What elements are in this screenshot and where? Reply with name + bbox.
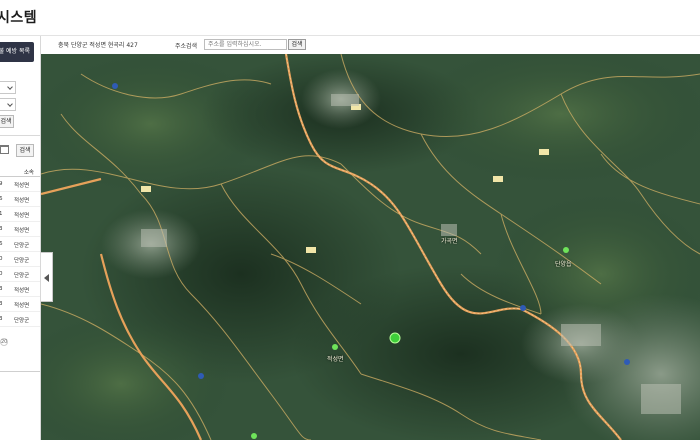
row-org: 적성면 xyxy=(14,228,30,234)
sidebar-divider xyxy=(0,135,40,136)
row-id: 0 xyxy=(0,271,7,277)
row-id: 3 xyxy=(0,226,7,232)
date-search-button[interactable]: 검색 xyxy=(16,144,34,157)
table-row[interactable]: 0 단양군 xyxy=(0,252,40,267)
row-org: 적성면 xyxy=(14,198,30,204)
table-row[interactable]: 0 단양군 xyxy=(0,267,40,282)
sidebar-search-button[interactable]: 검색 xyxy=(0,115,14,128)
sidebar-list-button[interactable]: 산불 예방 목록 xyxy=(0,42,34,62)
map-canvas xyxy=(41,54,700,440)
row-id: 3 xyxy=(0,301,7,307)
table-row[interactable]: 3 적성면 xyxy=(0,297,40,312)
row-org: 단양군 xyxy=(14,243,30,249)
row-id: 9 xyxy=(0,181,7,187)
row-id: 3 xyxy=(0,316,7,322)
app-header: 시스템 xyxy=(0,0,700,36)
map-label: 단양읍 xyxy=(555,261,572,268)
location-info: 충북 단양군 적성면 현곡리 427 xyxy=(58,42,138,49)
row-id: 6 xyxy=(0,196,7,202)
table-header: 소속 xyxy=(0,165,40,177)
column-header-org: 소속 xyxy=(23,170,34,176)
table-row[interactable]: 9 적성면 xyxy=(0,177,40,192)
row-org: 적성면 xyxy=(14,183,30,189)
sidebar: 산불 예방 목록 검색 검색 소속 9 적성면 6 적성면 1 적성면 3 적성면 6 단… xyxy=(0,36,41,440)
address-search-button[interactable]: 검색 xyxy=(288,39,306,50)
table-row[interactable]: 3 적성면 xyxy=(0,282,40,297)
address-label: 주소검색 xyxy=(175,43,198,50)
map-label: 적성면 xyxy=(327,356,344,363)
table-row[interactable]: 6 적성면 xyxy=(0,192,40,207)
satellite-map[interactable] xyxy=(41,54,700,440)
row-org: 적성면 xyxy=(14,288,30,294)
row-org: 단양군 xyxy=(14,318,30,324)
row-org: 적성면 xyxy=(14,303,30,309)
pagination-button[interactable]: 20 xyxy=(0,338,8,346)
map-toolbar: 충북 단양군 적성면 현곡리 427 주소검색 검색 xyxy=(41,36,700,54)
row-id: 6 xyxy=(0,241,7,247)
app-title: 시스템 xyxy=(0,10,38,26)
row-org: 단양군 xyxy=(14,273,30,279)
row-id: 3 xyxy=(0,286,7,292)
chevron-down-icon xyxy=(7,101,13,107)
calendar-icon[interactable] xyxy=(0,145,9,154)
row-id: 0 xyxy=(0,256,7,262)
row-org: 단양군 xyxy=(14,258,30,264)
table-row[interactable]: 3 단양군 xyxy=(0,312,40,327)
map-label: 가곡면 xyxy=(441,238,458,245)
sidebar-divider xyxy=(0,371,40,372)
region-select[interactable] xyxy=(0,81,16,94)
address-search-input[interactable] xyxy=(204,39,287,50)
chevron-down-icon xyxy=(7,84,13,90)
table-row[interactable]: 6 단양군 xyxy=(0,237,40,252)
row-org: 적성면 xyxy=(14,213,30,219)
chevron-left-icon xyxy=(44,274,49,282)
table-row[interactable]: 1 적성면 xyxy=(0,207,40,222)
sidebar-collapse-button[interactable] xyxy=(41,252,53,302)
district-select[interactable] xyxy=(0,98,16,111)
row-id: 1 xyxy=(0,211,7,217)
table-row[interactable]: 3 적성면 xyxy=(0,222,40,237)
